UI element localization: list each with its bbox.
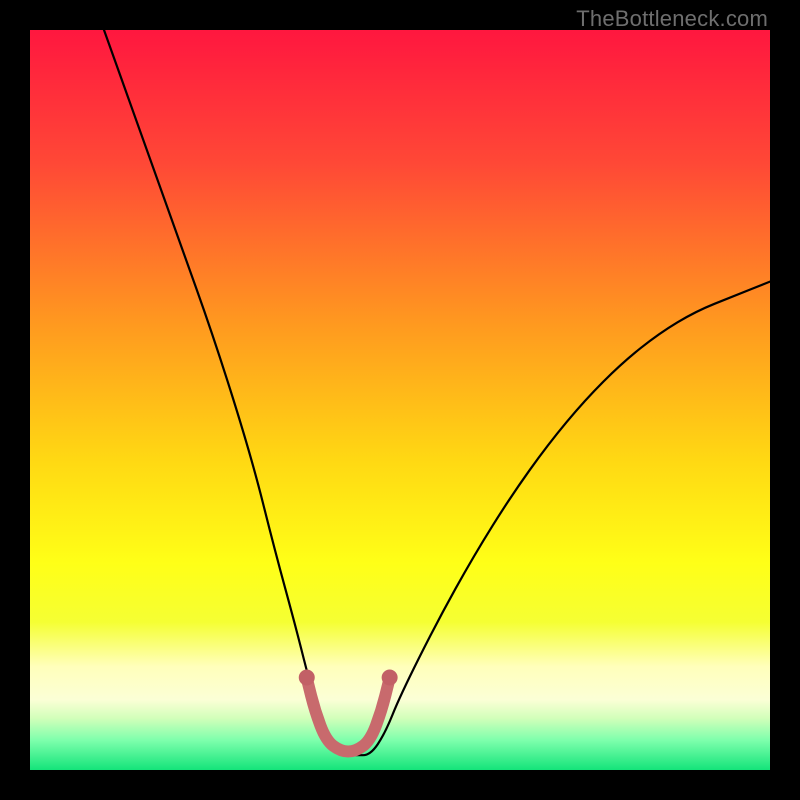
valley-highlight [308, 681, 389, 751]
bottleneck-curve [104, 30, 770, 755]
plot-area [30, 30, 770, 770]
watermark-text: TheBottleneck.com [576, 6, 768, 32]
chart-frame: TheBottleneck.com [0, 0, 800, 800]
valley-endpoint-dot [299, 670, 315, 686]
curve-layer [30, 30, 770, 770]
valley-endpoint-dot [382, 670, 398, 686]
